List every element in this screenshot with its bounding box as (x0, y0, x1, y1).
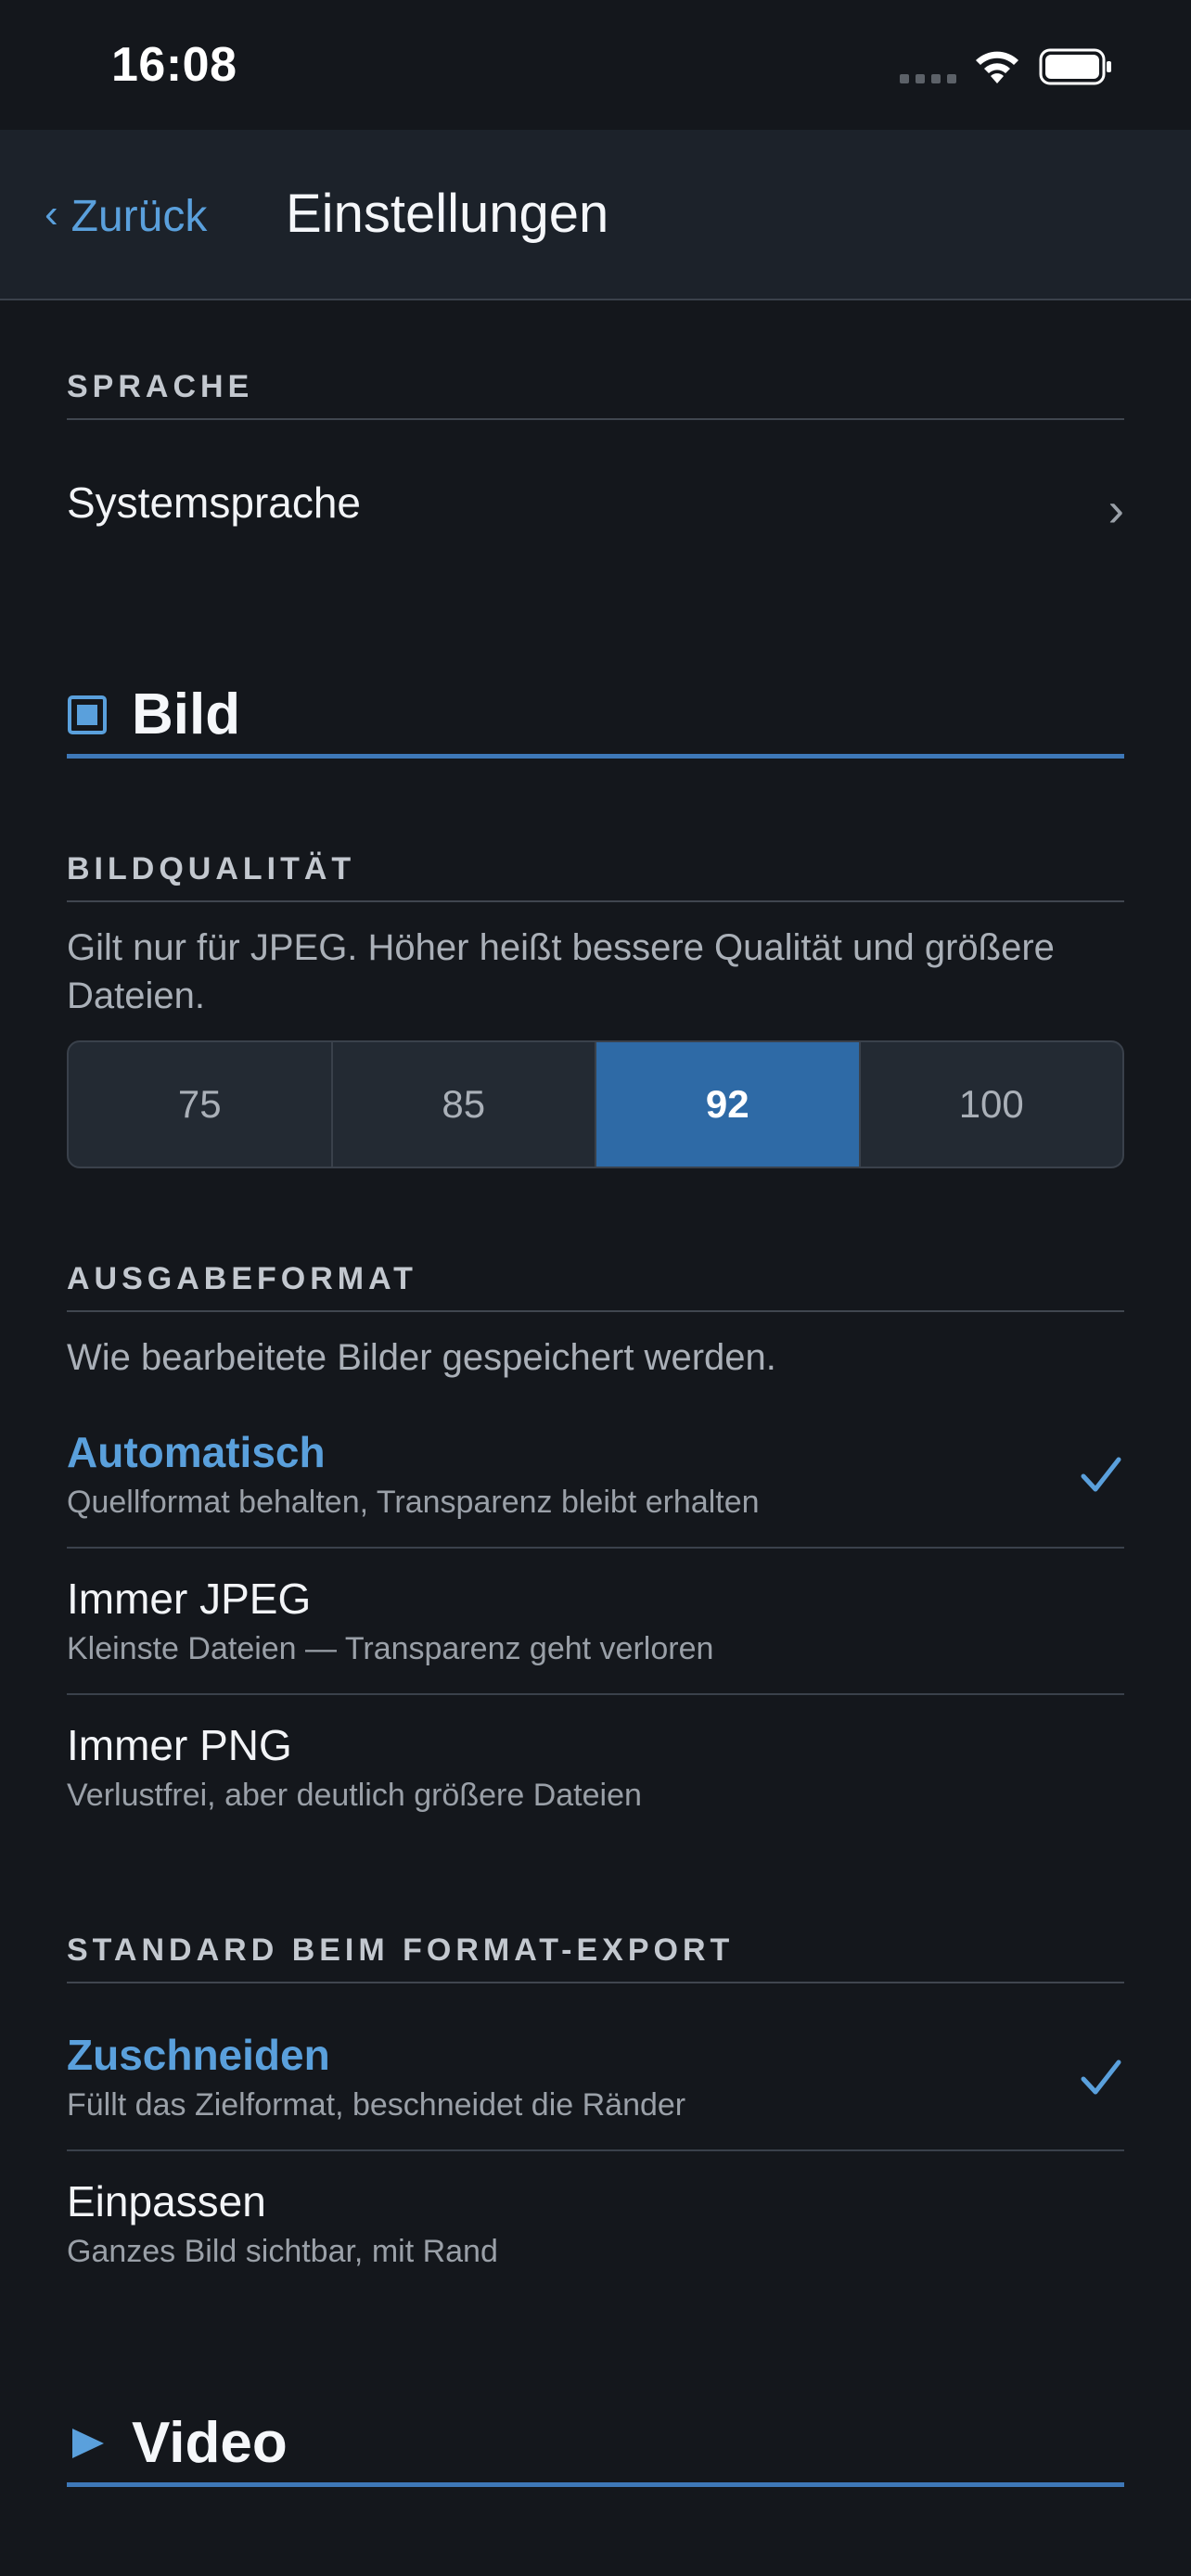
option-subtitle: Kleinste Dateien — Transparenz geht verl… (67, 1631, 714, 1666)
group-heading-video[interactable]: Video (67, 2404, 1124, 2487)
option-title: Zuschneiden (67, 2031, 330, 2079)
status-bar: 16:08 (0, 0, 1191, 130)
back-button[interactable]: ‹ Zurück (45, 184, 207, 249)
back-button-label: Zurück (70, 191, 208, 241)
output-format-option-automatic[interactable]: Automatisch Quellformat behalten, Transp… (67, 1426, 1124, 1523)
divider (67, 2149, 1124, 2151)
quality-description: Gilt nur für JPEG. Höher heißt bessere Q… (67, 927, 1055, 1016)
format-export-option-fit[interactable]: Einpassen Ganzes Bild sichtbar, mit Rand (67, 2175, 1124, 2272)
page-title: Einstellungen (286, 184, 609, 244)
quality-option-75[interactable]: 75 (69, 1042, 333, 1167)
group-title-image: Bild (132, 682, 241, 746)
square-icon (68, 695, 107, 734)
section-header-output-format: AUSGABEFORMAT (67, 1261, 1124, 1312)
status-time: 16:08 (111, 38, 237, 92)
language-value: Systemsprache (67, 478, 362, 527)
option-title: Immer JPEG (67, 1575, 312, 1623)
option-title: Einpassen (67, 2177, 266, 2225)
wifi-icon (976, 51, 1018, 83)
checkmark-icon (1081, 1457, 1121, 1492)
option-title: Automatisch (67, 1428, 326, 1476)
cellular-signal-icon (900, 74, 957, 85)
option-subtitle: Ganzes Bild sichtbar, mit Rand (67, 2234, 498, 2269)
quality-option-100[interactable]: 100 (861, 1042, 1123, 1167)
quality-segmented-control: 75 85 92 100 (67, 1040, 1124, 1168)
option-subtitle: Verlustfrei, aber deutlich größere Datei… (67, 1778, 642, 1813)
group-heading-image: Bild (67, 675, 1124, 759)
battery-icon (1039, 48, 1111, 85)
section-header-format-export: STANDARD BEIM FORMAT-EXPORT (67, 1932, 1124, 1983)
divider (67, 1693, 1124, 1695)
output-format-option-png[interactable]: Immer PNG Verlustfrei, aber deutlich grö… (67, 1719, 1124, 1816)
option-subtitle: Füllt das Zielformat, beschneidet die Rä… (67, 2087, 686, 2123)
chevron-right-icon: › (1108, 483, 1124, 537)
quality-option-92[interactable]: 92 (596, 1042, 861, 1167)
checkmark-icon (1081, 2060, 1121, 2095)
group-title-video: Video (132, 2411, 288, 2475)
option-subtitle: Quellformat behalten, Transparenz bleibt… (67, 1485, 760, 1520)
format-export-option-crop[interactable]: Zuschneiden Füllt das Zielformat, beschn… (67, 2029, 1124, 2125)
quality-option-85[interactable]: 85 (333, 1042, 596, 1167)
navigation-bar: ‹ Zurück Einstellungen (0, 130, 1191, 300)
settings-screen: 16:08 ‹ Zurück Einstellungen SPRACHE Sys… (0, 0, 1191, 2576)
output-format-option-jpeg[interactable]: Immer JPEG Kleinste Dateien — Transparen… (67, 1573, 1124, 1669)
play-triangle-icon (72, 2428, 104, 2458)
output-format-description: Wie bearbeitete Bilder gespeichert werde… (67, 1337, 776, 1378)
chevron-left-icon: ‹ (45, 191, 58, 236)
language-row[interactable]: Systemsprache › (67, 477, 1124, 537)
section-header-language: SPRACHE (67, 369, 1124, 420)
option-title: Immer PNG (67, 1721, 292, 1769)
section-header-quality: BILDQUALITÄT (67, 851, 1124, 902)
divider (67, 1547, 1124, 1549)
